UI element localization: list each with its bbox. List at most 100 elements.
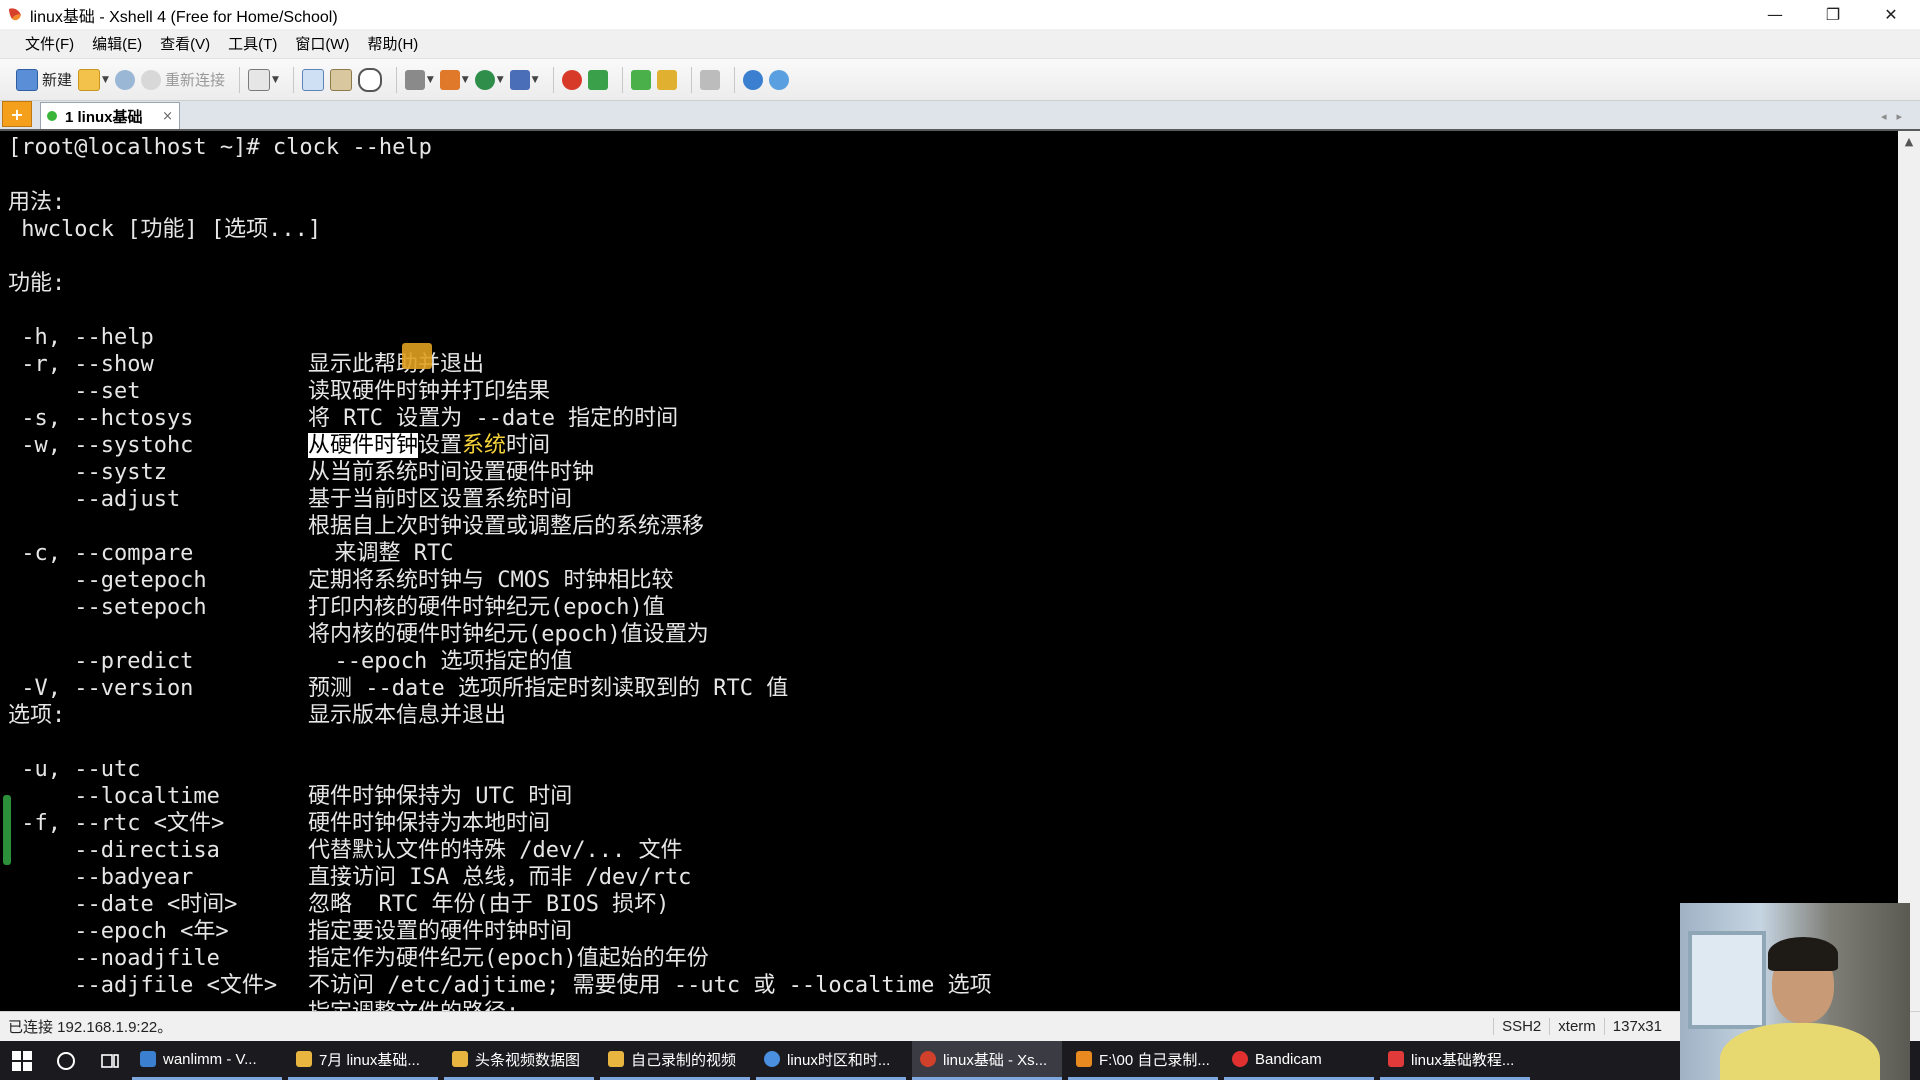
- tab-close-icon[interactable]: ×: [162, 109, 173, 124]
- reconnect-label: 重新连接: [164, 72, 225, 89]
- connected-dot-icon: [47, 111, 57, 121]
- option-desc: 从硬件时钟设置系统时间: [308, 432, 550, 459]
- option-row: --date <时间> 指定要设置的硬件时钟时间: [8, 864, 572, 944]
- menu-bar: 文件(F) 编辑(E) 查看(V) 工具(T) 窗口(W) 帮助(H): [0, 29, 1920, 59]
- keyboard-button[interactable]: [699, 69, 720, 90]
- help-button[interactable]: [742, 69, 763, 90]
- scroll-up-arrow-icon[interactable]: ▲: [1898, 131, 1920, 148]
- add-tab-button[interactable]: +: [2, 101, 32, 127]
- option-desc: 直接访问 ISA 总线，而非 /dev/rtc: [308, 865, 692, 890]
- xmanager-button[interactable]: [587, 69, 608, 90]
- taskbar-item[interactable]: linux时区和时...: [756, 1041, 906, 1080]
- option-desc: 预测 --date 选项所指定时刻读取到的 RTC 值: [308, 676, 789, 701]
- print-button[interactable]: ▼: [404, 69, 434, 90]
- connection-status: 已连接 192.168.1.9:22。: [8, 1019, 173, 1036]
- browser-icon: [764, 1051, 780, 1067]
- new-session-button[interactable]: 新建: [16, 68, 73, 91]
- chat-button[interactable]: [768, 69, 789, 90]
- xftp-button[interactable]: [561, 69, 582, 90]
- menu-edit[interactable]: 编辑(E): [83, 33, 151, 54]
- lock-icon: [656, 69, 677, 90]
- menu-help[interactable]: 帮助(H): [358, 33, 427, 54]
- taskbar-item[interactable]: F:\00 自己录制...: [1068, 1041, 1218, 1080]
- connect-button[interactable]: [114, 69, 135, 90]
- xshell-app-icon: [9, 7, 21, 20]
- reconnect-button[interactable]: 重新连接: [140, 69, 225, 90]
- status-bar: 已连接 192.168.1.9:22。 SSH2 xterm 137x31: [0, 1011, 1920, 1041]
- desc-highlight-yellow: 系统: [462, 433, 507, 458]
- usage-line: hwclock [功能] [选项...]: [8, 217, 322, 242]
- toolbar-divider: [733, 66, 735, 93]
- chevron-down-icon: ▼: [271, 74, 279, 85]
- option-desc: 从当前系统时间设置硬件时钟: [308, 460, 595, 485]
- option-desc: 来调整 RTC: [308, 541, 454, 566]
- task-label: wanlimm - V...: [163, 1050, 257, 1068]
- taskbar-item[interactable]: 自己录制的视频: [600, 1041, 750, 1080]
- option-row: --badyear 忽略 RTC 年份(由于 BIOS 损坏): [8, 837, 669, 917]
- taskbar-item[interactable]: 7月 linux基础...: [288, 1041, 438, 1080]
- encoding-button[interactable]: ▼: [474, 69, 504, 90]
- option-desc: 定期将系统时钟与 CMOS 时钟相比较: [308, 568, 674, 593]
- new-session-label: 新建: [42, 72, 73, 89]
- font-button[interactable]: ▼: [509, 69, 539, 90]
- lock-button[interactable]: [656, 69, 677, 90]
- close-button[interactable]: ✕: [1862, 0, 1920, 29]
- taskbar-item[interactable]: linux基础教程...: [1380, 1041, 1530, 1080]
- font-icon: [509, 69, 530, 90]
- search-circle-icon[interactable]: [44, 1041, 88, 1080]
- function-row: --systz 基于当前时区设置系统时间: [8, 432, 572, 512]
- scroll-marker: [3, 795, 11, 865]
- record-icon: [1232, 1051, 1248, 1067]
- open-folder-button[interactable]: ▼: [78, 68, 109, 91]
- toolbar-divider: [690, 66, 692, 93]
- function-row: --adjust 根据自上次时钟设置或调整后的系统漂移: [8, 459, 704, 539]
- taskbar-item[interactable]: wanlimm - V...: [132, 1041, 282, 1080]
- task-label: 自己录制的视频: [631, 1051, 737, 1069]
- folder-icon: [608, 1051, 624, 1067]
- option-desc: 指定调整文件的路径;: [308, 999, 519, 1011]
- keyboard-icon: [699, 69, 720, 90]
- tab-linux-basics[interactable]: 1 linux基础 ×: [40, 102, 180, 129]
- tab-scroll-arrows[interactable]: ◂▸: [1881, 110, 1912, 123]
- taskbar-item-active[interactable]: linux基础 - Xs...: [912, 1041, 1062, 1080]
- option-row: --localtime 硬件时钟保持为本地时间: [8, 756, 550, 836]
- webcam-person-hair: [1768, 937, 1838, 971]
- menu-tools[interactable]: 工具(T): [219, 33, 286, 54]
- mouse-cursor-icon: [402, 343, 432, 369]
- toolbar-divider: [292, 66, 294, 93]
- copy-button[interactable]: [301, 68, 324, 91]
- task-view-icon[interactable]: [88, 1041, 132, 1080]
- toolbar-divider: [621, 66, 623, 93]
- minimize-button[interactable]: —: [1746, 0, 1804, 29]
- option-desc: 显示版本信息并退出: [308, 703, 507, 728]
- start-button[interactable]: [0, 1041, 44, 1080]
- xmanager-icon: [587, 69, 608, 90]
- taskbar-item[interactable]: Bandicam: [1224, 1041, 1374, 1080]
- menu-view[interactable]: 查看(V): [151, 33, 219, 54]
- toolbar-divider: [552, 66, 554, 93]
- properties-button[interactable]: ▼: [247, 68, 279, 91]
- paste-button[interactable]: [329, 68, 352, 91]
- restore-button[interactable]: ❐: [1804, 0, 1862, 29]
- menu-file[interactable]: 文件(F): [16, 33, 83, 54]
- taskbar-item[interactable]: 头条视频数据图: [444, 1041, 594, 1080]
- function-row: -s, --hctosys 从硬件时钟设置系统时间: [8, 378, 550, 458]
- transfer-button[interactable]: ▼: [439, 69, 469, 90]
- chevron-down-icon: ▼: [426, 74, 434, 85]
- task-label: linux基础 - Xs...: [943, 1051, 1048, 1069]
- option-desc: 将 RTC 设置为 --date 指定的时间: [308, 406, 679, 431]
- layout-button[interactable]: [630, 69, 651, 90]
- option-row: -u, --utc 硬件时钟保持为 UTC 时间: [8, 729, 572, 809]
- paste-icon: [329, 68, 352, 91]
- menu-window[interactable]: 窗口(W): [286, 33, 358, 54]
- terminal-scrollbar[interactable]: ▲: [1898, 131, 1920, 1011]
- find-button[interactable]: [357, 67, 382, 92]
- option-desc: --epoch 选项指定的值: [308, 649, 573, 674]
- option-name: -V, --version: [8, 676, 194, 701]
- function-row: -r, --show 读取硬件时钟并打印结果: [8, 324, 550, 404]
- chevron-down-icon: ▼: [461, 74, 469, 85]
- speech-bubble-icon: [768, 69, 789, 90]
- usage-header: 用法:: [8, 190, 66, 215]
- terminal-output[interactable]: [root@localhost ~]# clock --help 用法: hwc…: [0, 131, 1898, 1011]
- option-desc: 显示此帮助并退出: [308, 352, 485, 377]
